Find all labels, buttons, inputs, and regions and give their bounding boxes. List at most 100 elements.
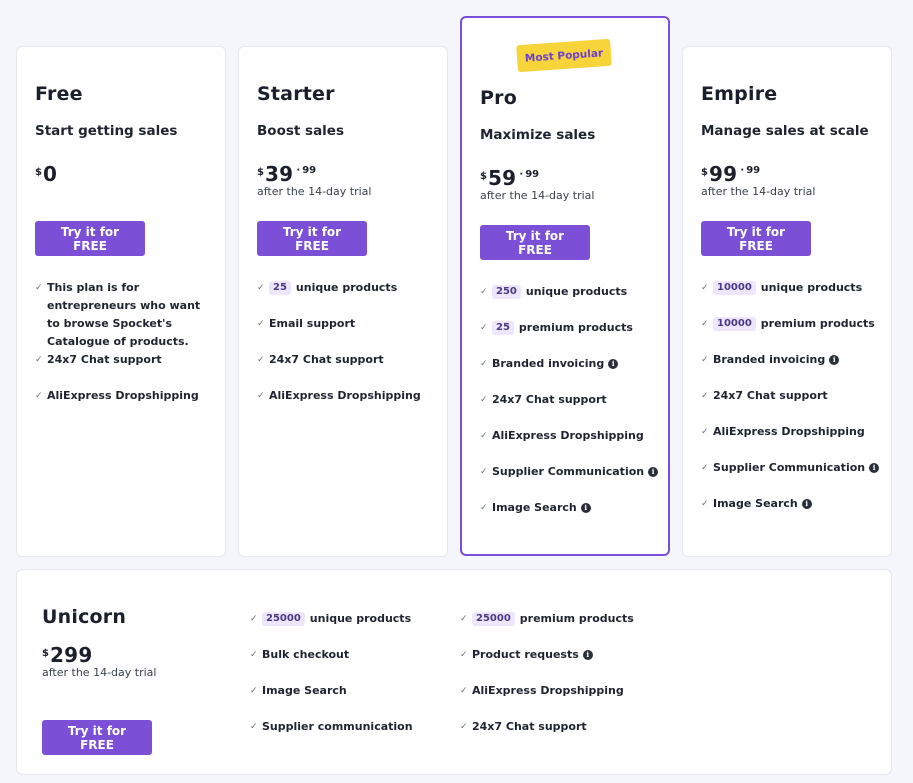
feature-count-badge: 25000 bbox=[472, 612, 515, 626]
feature-text: 24x7 Chat support bbox=[47, 353, 162, 366]
feature-item: ✓ AliExpress Dropshipping bbox=[701, 423, 865, 441]
plan-subtitle: Manage sales at scale bbox=[701, 123, 869, 139]
check-icon: ✓ bbox=[701, 499, 709, 509]
check-icon: ✓ bbox=[250, 614, 258, 624]
feature-count-badge: 25 bbox=[269, 281, 291, 295]
try-free-button-pro[interactable]: Try it for FREE bbox=[480, 225, 590, 260]
info-icon[interactable]: i bbox=[801, 499, 812, 509]
check-icon: ✓ bbox=[460, 614, 468, 624]
feature-text: unique products bbox=[295, 281, 398, 294]
feature-text: 24x7 Chat support bbox=[492, 393, 607, 406]
check-icon: ✓ bbox=[257, 319, 265, 329]
feature-item: ✓ 10000 unique products bbox=[701, 279, 862, 297]
try-free-button-free[interactable]: Try it for FREE bbox=[35, 221, 145, 256]
price-cents: 99 bbox=[296, 165, 316, 176]
plan-subtitle: Maximize sales bbox=[480, 127, 596, 143]
info-icon[interactable]: i bbox=[580, 503, 591, 513]
feature-item: ✓ AliExpress Dropshipping bbox=[480, 427, 644, 445]
feature-item: ✓ Image Search i bbox=[480, 499, 591, 517]
feature-text: unique products bbox=[525, 285, 628, 298]
price-amount: 99 bbox=[708, 162, 738, 186]
check-icon: ✓ bbox=[257, 391, 265, 401]
feature-text: unique products bbox=[760, 281, 863, 294]
plan-subtitle: Boost sales bbox=[257, 123, 344, 139]
try-free-button-empire[interactable]: Try it for FREE bbox=[701, 221, 811, 256]
price-amount: 299 bbox=[49, 643, 93, 667]
feature-item: ✓ Image Search i bbox=[701, 495, 812, 513]
plan-price: $ 99 99 bbox=[701, 164, 760, 184]
feature-text: Branded invoicing bbox=[713, 353, 826, 366]
feature-item: ✓ Bulk checkout bbox=[250, 646, 349, 664]
check-icon: ✓ bbox=[701, 355, 709, 365]
feature-item: ✓ 250 unique products bbox=[480, 283, 627, 301]
feature-count-badge: 10000 bbox=[713, 317, 756, 331]
price-currency: $ bbox=[257, 167, 264, 178]
check-icon: ✓ bbox=[480, 503, 488, 513]
feature-text: Bulk checkout bbox=[262, 648, 350, 661]
feature-text: Image Search bbox=[492, 501, 577, 514]
feature-text: Supplier Communication bbox=[713, 461, 866, 474]
feature-item: ✓ This plan is for entrepreneurs who wan… bbox=[35, 279, 207, 351]
feature-count-badge: 250 bbox=[492, 285, 521, 299]
feature-item: ✓ 10000 premium products bbox=[701, 315, 875, 333]
plan-price: $ 299 bbox=[42, 645, 93, 665]
feature-text: This plan is for entrepreneurs who want … bbox=[47, 281, 201, 348]
feature-item: ✓ 25000 premium products bbox=[460, 610, 634, 628]
feature-text: AliExpress Dropshipping bbox=[47, 389, 199, 402]
plan-price: $ 0 bbox=[35, 164, 57, 184]
feature-text: Image Search bbox=[262, 684, 347, 697]
feature-count-badge: 25 bbox=[492, 321, 514, 335]
feature-item: ✓ Supplier communication bbox=[250, 718, 413, 736]
info-icon[interactable]: i bbox=[648, 467, 659, 477]
plan-name: Unicorn bbox=[42, 606, 127, 628]
plan-name: Empire bbox=[701, 83, 778, 105]
info-icon[interactable]: i bbox=[608, 359, 619, 369]
feature-text: premium products bbox=[518, 321, 633, 334]
feature-item: ✓ Email support bbox=[257, 315, 355, 333]
try-free-button-unicorn[interactable]: Try it for FREE bbox=[42, 720, 152, 755]
plan-name: Pro bbox=[480, 87, 517, 109]
feature-text: 24x7 Chat support bbox=[713, 389, 828, 402]
feature-item: ✓ 24x7 Chat support bbox=[257, 351, 384, 369]
feature-item: ✓ 24x7 Chat support bbox=[460, 718, 587, 736]
feature-text: Email support bbox=[269, 317, 356, 330]
info-icon[interactable]: i bbox=[829, 355, 840, 365]
price-currency: $ bbox=[42, 648, 49, 659]
feature-text: AliExpress Dropshipping bbox=[713, 425, 865, 438]
plan-name: Starter bbox=[257, 83, 335, 105]
check-icon: ✓ bbox=[250, 650, 258, 660]
check-icon: ✓ bbox=[701, 283, 709, 293]
trial-note: after the 14-day trial bbox=[42, 666, 157, 679]
try-free-button-starter[interactable]: Try it for FREE bbox=[257, 221, 367, 256]
check-icon: ✓ bbox=[480, 395, 488, 405]
feature-item: ✓ AliExpress Dropshipping bbox=[35, 387, 199, 405]
check-icon: ✓ bbox=[460, 722, 468, 732]
plan-subtitle: Start getting sales bbox=[35, 123, 178, 139]
info-icon[interactable]: i bbox=[869, 463, 880, 473]
feature-item: ✓ 25 unique products bbox=[257, 279, 397, 297]
feature-text: AliExpress Dropshipping bbox=[492, 429, 644, 442]
check-icon: ✓ bbox=[701, 391, 709, 401]
info-icon[interactable]: i bbox=[582, 650, 593, 660]
feature-item: ✓ AliExpress Dropshipping bbox=[460, 682, 624, 700]
check-icon: ✓ bbox=[480, 287, 488, 297]
feature-item: ✓ Product requests i bbox=[460, 646, 593, 664]
feature-item: ✓ Supplier Communication i bbox=[480, 463, 659, 481]
feature-text: Branded invoicing bbox=[492, 357, 605, 370]
check-icon: ✓ bbox=[701, 427, 709, 437]
feature-item: ✓ 25000 unique products bbox=[250, 610, 411, 628]
feature-item: ✓ Branded invoicing i bbox=[701, 351, 840, 369]
feature-text: AliExpress Dropshipping bbox=[269, 389, 421, 402]
feature-item: ✓ Image Search bbox=[250, 682, 347, 700]
price-currency: $ bbox=[35, 167, 42, 178]
feature-text: Image Search bbox=[713, 497, 798, 510]
feature-text: Supplier communication bbox=[262, 720, 413, 733]
feature-text: premium products bbox=[519, 612, 634, 625]
check-icon: ✓ bbox=[35, 355, 43, 365]
feature-item: ✓ 25 premium products bbox=[480, 319, 633, 337]
trial-note: after the 14-day trial bbox=[701, 185, 816, 198]
check-icon: ✓ bbox=[35, 391, 43, 401]
check-icon: ✓ bbox=[250, 722, 258, 732]
check-icon: ✓ bbox=[35, 283, 43, 293]
feature-text: premium products bbox=[760, 317, 875, 330]
